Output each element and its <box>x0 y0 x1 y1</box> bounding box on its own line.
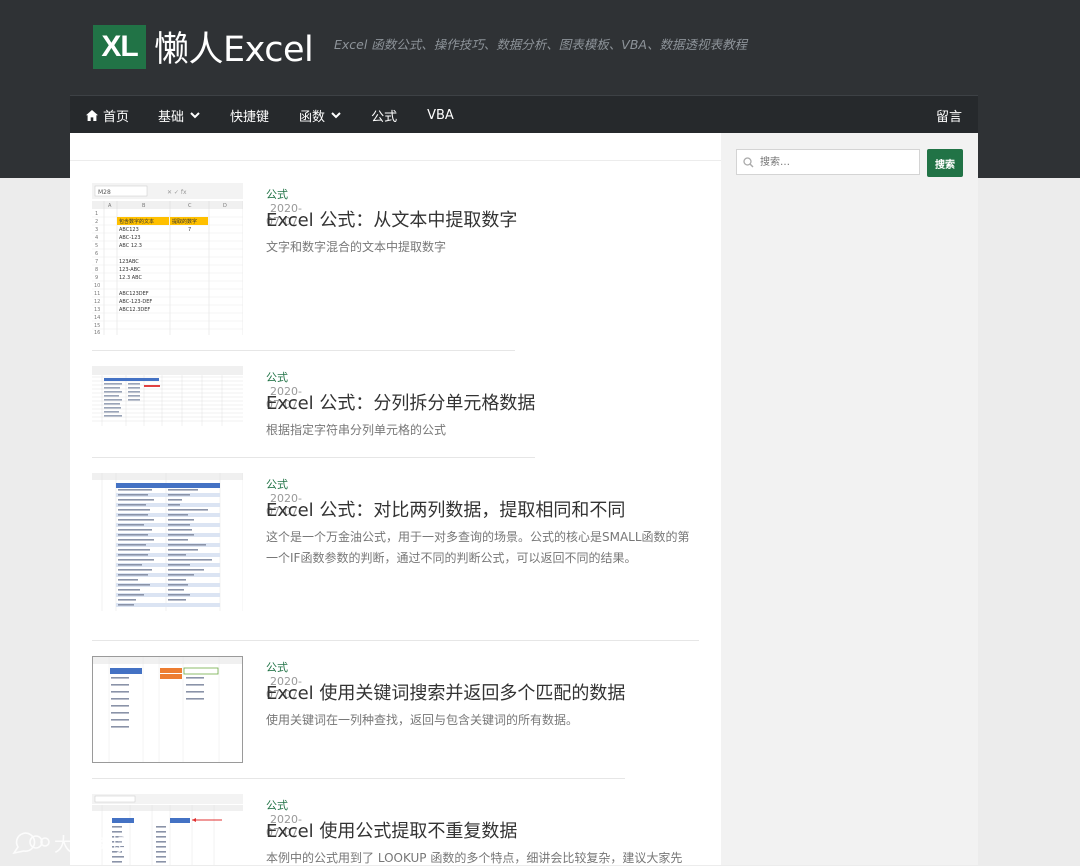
main-nav: 首页 基础 快捷键 函数 公式 VBA 留言 <box>70 95 978 134</box>
search-icon <box>743 156 754 167</box>
sidebar: 搜索 <box>721 133 978 865</box>
post-category-link[interactable]: 公式 <box>266 799 288 812</box>
nav-formulas-label: 公式 <box>371 109 398 125</box>
svg-text:C: C <box>188 203 192 209</box>
svg-text:5: 5 <box>95 243 98 249</box>
post-thumbnail[interactable] <box>92 656 243 763</box>
thumb-header-1: 包含数字的文本 <box>119 218 154 225</box>
nav-vba[interactable]: VBA <box>427 96 454 134</box>
spreadsheet-thumbnail-4 <box>93 657 242 762</box>
svg-text:15: 15 <box>94 323 100 329</box>
post-excerpt: 使用关键词在一列种查找，返回与包含关键词的所有数据。 <box>266 713 579 727</box>
post-title-link[interactable]: Excel 公式：分列拆分单元格数据 <box>266 389 535 415</box>
divider <box>70 160 721 161</box>
svg-text:4: 4 <box>95 235 98 241</box>
logo-text: 懒人Excel <box>154 30 314 70</box>
nav-basics-label: 基础 <box>158 109 185 125</box>
site-tagline: Excel 函数公式、操作技巧、数据分析、图表模板、VBA、数据透视表教程 <box>334 37 747 52</box>
watermark: 大数跨境 <box>10 830 130 857</box>
search-field[interactable] <box>736 149 920 175</box>
nav-home-label: 首页 <box>103 109 130 125</box>
post-title-link[interactable]: Excel 公式：从文本中提取数字 <box>266 206 517 232</box>
home-icon <box>86 109 98 121</box>
post-thumbnail[interactable]: M28 ✕ ✓ fx A B C D 1 2 3 4 5 6 7 8 9 10 11 … <box>92 183 243 335</box>
search-button[interactable]: 搜索 <box>927 149 963 177</box>
post-category-link[interactable]: 公式 <box>266 188 288 201</box>
svg-text:123-ABC: 123-ABC <box>119 267 141 273</box>
svg-text:D: D <box>223 203 227 209</box>
nav-guestbook[interactable]: 留言 <box>936 96 962 134</box>
nav-functions[interactable]: 函数 <box>299 96 341 134</box>
svg-text:8: 8 <box>95 267 98 273</box>
post-excerpt: 根据指定字符串分列单元格的公式 <box>266 423 447 437</box>
post-excerpt: 本例中的公式用到了 LOOKUP 函数的多个特点，细讲会比较复杂，建议大家先 <box>266 851 683 865</box>
svg-text:7: 7 <box>95 259 98 265</box>
divider <box>92 640 699 641</box>
nav-functions-label: 函数 <box>299 109 326 125</box>
svg-text:ABC 12.3: ABC 12.3 <box>119 243 142 249</box>
logo-badge: XL <box>93 24 146 69</box>
nav-basics[interactable]: 基础 <box>158 96 200 134</box>
svg-text:12.3 ABC: 12.3 ABC <box>119 275 142 281</box>
post-category-link[interactable]: 公式 <box>266 371 288 384</box>
post-category-link[interactable]: 公式 <box>266 661 288 674</box>
post-excerpt: 这个是一个万金油公式，用于一对多查询的场景。公式的核心是SMALL函数的第一个I… <box>266 530 690 565</box>
svg-text:11: 11 <box>94 291 100 297</box>
svg-text:13: 13 <box>94 307 100 313</box>
svg-text:ABC123: ABC123 <box>119 227 139 233</box>
svg-text:✕ ✓ fx: ✕ ✓ fx <box>167 189 187 196</box>
svg-text:6: 6 <box>95 251 98 257</box>
post-thumbnail[interactable] <box>92 366 243 426</box>
svg-text:1: 1 <box>95 211 98 217</box>
post-excerpt: 文字和数字混合的文本中提取数字 <box>266 240 447 254</box>
svg-text:10: 10 <box>94 283 100 289</box>
post-category-link[interactable]: 公式 <box>266 478 288 491</box>
svg-text:ABC-123-DEF: ABC-123-DEF <box>119 299 152 305</box>
watermark-text: 大数跨境 <box>54 834 131 856</box>
chevron-down-icon <box>331 111 341 118</box>
site-logo[interactable]: XL 懒人Excel <box>93 21 314 72</box>
divider <box>92 778 625 779</box>
thumb-result: 7 <box>188 227 191 233</box>
divider <box>92 350 515 351</box>
post-list: M28 ✕ ✓ fx A B C D 1 2 3 4 5 6 7 8 9 10 11 … <box>70 133 721 865</box>
svg-text:16: 16 <box>94 330 100 335</box>
svg-text:ABC12.3DEF: ABC12.3DEF <box>119 307 150 313</box>
svg-text:B: B <box>142 203 146 209</box>
svg-text:12: 12 <box>94 299 100 305</box>
nav-formulas[interactable]: 公式 <box>371 96 397 134</box>
spreadsheet-thumbnail-2 <box>92 366 243 426</box>
chevron-down-icon <box>190 111 200 118</box>
divider <box>92 457 535 458</box>
spreadsheet-thumbnail-1: M28 ✕ ✓ fx A B C D 1234 5678 9101112 131415… <box>92 183 243 335</box>
svg-text:2: 2 <box>95 219 98 225</box>
chat-bubble-icon <box>12 831 50 854</box>
search-input[interactable] <box>758 155 912 169</box>
post-title-link[interactable]: Excel 公式：对比两列数据，提取相同和不同 <box>266 496 625 522</box>
nav-home[interactable]: 首页 <box>86 96 129 134</box>
svg-text:9: 9 <box>95 275 98 281</box>
svg-text:ABC123DEF: ABC123DEF <box>119 291 149 297</box>
nav-shortcuts[interactable]: 快捷键 <box>230 96 269 134</box>
namebox-text: M28 <box>98 189 111 196</box>
post-title-link[interactable]: Excel 使用关键词搜索并返回多个匹配的数据 <box>266 679 625 705</box>
nav-vba-label: VBA <box>427 107 454 123</box>
nav-guestbook-label: 留言 <box>935 109 962 125</box>
svg-text:A: A <box>108 203 112 209</box>
svg-text:ABC-123: ABC-123 <box>119 235 141 241</box>
nav-shortcuts-label: 快捷键 <box>230 109 270 125</box>
thumb-header-2: 提取的数字 <box>172 218 197 225</box>
svg-text:14: 14 <box>94 315 100 321</box>
post-title-link[interactable]: Excel 使用公式提取不重复数据 <box>266 817 517 843</box>
spreadsheet-thumbnail-3 <box>92 473 243 611</box>
svg-text:123ABC: 123ABC <box>119 259 139 265</box>
post-thumbnail[interactable] <box>92 473 243 611</box>
svg-text:3: 3 <box>95 227 98 233</box>
